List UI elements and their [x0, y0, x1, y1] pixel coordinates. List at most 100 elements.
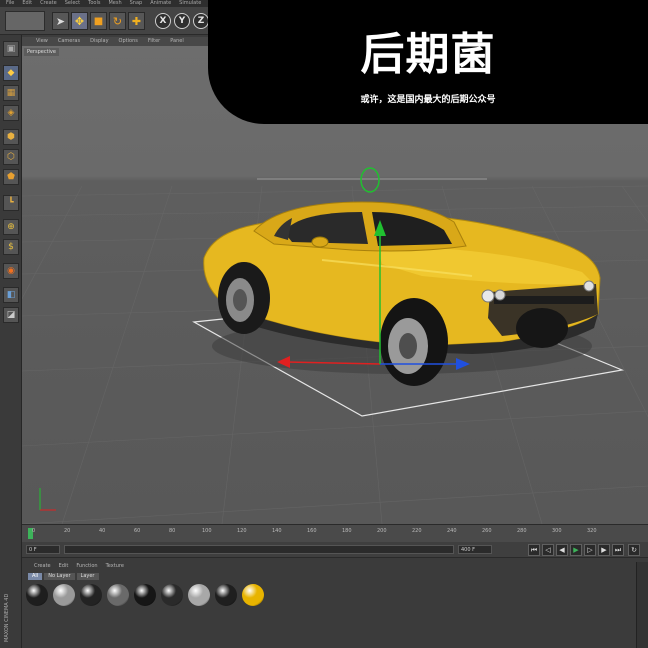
edges-mode-icon[interactable]: ⬡ [3, 149, 19, 165]
vp-menu-cameras[interactable]: Cameras [58, 37, 80, 46]
material-swatch[interactable] [52, 584, 76, 616]
material-filter-tabs: All No Layer Layer [28, 573, 99, 580]
menu-snap[interactable]: Snap [130, 0, 143, 7]
tick-label: 100 [202, 528, 212, 534]
mat-menu-function[interactable]: Function [76, 562, 97, 570]
workplane-icon[interactable]: ◈ [3, 105, 19, 121]
menu-create[interactable]: Create [40, 0, 57, 7]
material-swatch[interactable] [25, 584, 49, 616]
material-swatch[interactable] [187, 584, 211, 616]
material-ball-icon [53, 584, 75, 606]
material-swatch[interactable] [241, 584, 265, 616]
tick-label: 260 [482, 528, 492, 534]
tick-label: 20 [64, 528, 71, 534]
prev-key-icon[interactable]: ◁ [542, 544, 554, 556]
recent-tool-icon[interactable]: ✚ [128, 12, 145, 30]
go-to-start-icon[interactable]: ⏮ [528, 544, 540, 556]
tick-label: 80 [169, 528, 176, 534]
banner-subtitle: 或许，这是国内最大的后期公众号 [360, 95, 496, 105]
vp-menu-display[interactable]: Display [90, 37, 108, 46]
material-manager: Create Edit Function Texture All No Laye… [22, 558, 648, 648]
rotate-tool-icon[interactable]: ↻ [109, 12, 126, 30]
tick-label: 0 [32, 528, 36, 534]
tab-all[interactable]: All [28, 573, 43, 580]
start-frame-field[interactable]: 0 F [26, 545, 60, 554]
next-key-icon[interactable]: ▶ [598, 544, 610, 556]
axis-z-toggle[interactable]: Z [193, 13, 209, 29]
points-mode-icon[interactable]: ⬢ [3, 129, 19, 145]
material-ball-icon [26, 584, 48, 606]
material-ball-icon [80, 584, 102, 606]
material-scrollbar[interactable] [636, 562, 648, 648]
vp-menu-options[interactable]: Options [119, 37, 138, 46]
model-mode-icon[interactable]: ◆ [3, 65, 19, 81]
select-arrow-icon[interactable]: ➤ [52, 12, 69, 30]
mat-menu-edit[interactable]: Edit [59, 562, 69, 570]
banner-title: 后期菌 [360, 29, 496, 80]
material-ball-icon [134, 584, 156, 606]
menu-animate[interactable]: Animate [150, 0, 171, 7]
enable-snap-icon[interactable]: ◉ [3, 263, 19, 279]
tick-label: 280 [517, 528, 527, 534]
tick-label: 200 [377, 528, 387, 534]
tick-label: 220 [412, 528, 422, 534]
texture-mode-icon[interactable]: ▦ [3, 85, 19, 101]
end-frame-field[interactable]: 400 F [458, 545, 492, 554]
vp-menu-panel[interactable]: Panel [170, 37, 184, 46]
cinema4d-window: File Edit Create Select Tools Mesh Snap … [0, 0, 648, 648]
axis-mode-icon[interactable]: ┗ [3, 195, 19, 211]
tick-label: 60 [134, 528, 141, 534]
scale-tool-icon[interactable]: ■ [90, 12, 107, 30]
material-swatch[interactable] [160, 584, 184, 616]
material-ball-icon [242, 584, 264, 606]
mat-menu-create[interactable]: Create [34, 562, 51, 570]
workplane-lock-icon[interactable]: ◪ [3, 307, 19, 323]
tab-layer[interactable]: Layer [76, 573, 99, 580]
tick-label: 320 [587, 528, 597, 534]
axis-y-toggle[interactable]: Y [174, 13, 190, 29]
play-icon[interactable]: ▶ [570, 544, 582, 556]
tweak-mode-icon[interactable]: $ [3, 239, 19, 255]
material-swatch[interactable] [133, 584, 157, 616]
frame-range-slider[interactable] [64, 545, 454, 554]
watermark-banner: 后期菌 或许，这是国内最大的后期公众号 [208, 0, 648, 124]
tick-label: 300 [552, 528, 562, 534]
snap-icon[interactable]: ⊕ [3, 219, 19, 235]
step-forward-icon[interactable]: ▷ [584, 544, 596, 556]
menu-simulate[interactable]: Simulate [179, 0, 201, 7]
polygons-mode-icon[interactable]: ⬟ [3, 169, 19, 185]
material-ball-icon [215, 584, 237, 606]
axis-x-toggle[interactable]: X [155, 13, 171, 29]
tick-label: 180 [342, 528, 352, 534]
tick-label: 140 [272, 528, 282, 534]
material-ball-icon [188, 584, 210, 606]
vp-menu-filter[interactable]: Filter [148, 37, 160, 46]
step-back-icon[interactable]: ◀ [556, 544, 568, 556]
world-axis-marker [39, 488, 56, 511]
menu-file[interactable]: File [6, 0, 14, 7]
material-swatch[interactable] [106, 584, 130, 616]
mat-menu-texture[interactable]: Texture [106, 562, 124, 570]
tick-label: 40 [99, 528, 106, 534]
viewport-label: Perspective [24, 48, 59, 56]
make-editable-icon[interactable]: ▣ [3, 41, 19, 57]
tick-label: 120 [237, 528, 247, 534]
timeline-ruler[interactable]: 0 20 40 60 80 100 120 140 160 180 200 22… [22, 524, 648, 542]
go-to-end-icon[interactable]: ⏭ [612, 544, 624, 556]
menu-edit[interactable]: Edit [22, 0, 32, 7]
solo-icon[interactable]: ◧ [3, 287, 19, 303]
menu-mesh[interactable]: Mesh [108, 0, 121, 7]
material-swatch[interactable] [214, 584, 238, 616]
vp-menu-view[interactable]: View [36, 37, 48, 46]
tab-no-layer[interactable]: No Layer [44, 573, 75, 580]
transport-bar: 0 F 400 F ⏮ ◁ ◀ ▶ ▷ ▶ ⏭ ↻ [22, 542, 648, 558]
tick-label: 240 [447, 528, 457, 534]
loop-icon[interactable]: ↻ [628, 544, 640, 556]
menu-tools[interactable]: Tools [88, 0, 100, 7]
tick-label: 160 [307, 528, 317, 534]
material-swatch[interactable] [79, 584, 103, 616]
menu-select[interactable]: Select [65, 0, 80, 7]
material-ball-icon [161, 584, 183, 606]
undo-redo-group[interactable] [5, 11, 45, 31]
move-tool-icon[interactable]: ✥ [71, 12, 88, 30]
